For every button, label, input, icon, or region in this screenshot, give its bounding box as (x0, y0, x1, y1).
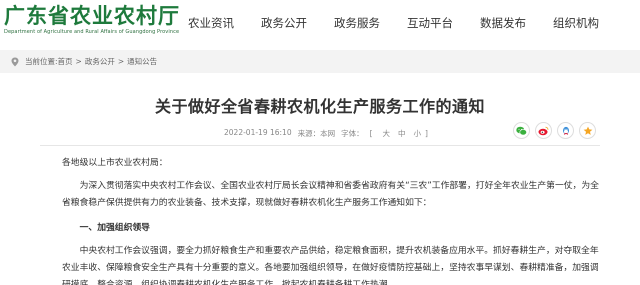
favorite-button[interactable] (579, 122, 596, 139)
page-title: 关于做好全省春耕农机化生产服务工作的通知 (154, 97, 485, 116)
font-size-medium[interactable]: 中 (398, 129, 406, 138)
font-size-bracket-open: [ (369, 129, 373, 138)
nav-item-gov-affairs-public[interactable]: 政务公开 (261, 15, 307, 31)
favorite-icon (583, 121, 593, 140)
article-source: 来源：本网 (297, 129, 336, 138)
share-qq-button[interactable] (557, 122, 574, 139)
breadcrumb-gov-affairs-public[interactable]: 政务公开 (85, 56, 115, 67)
nav-item-data-release[interactable]: 数据发布 (480, 15, 526, 31)
breadcrumb-prefix: 当前位置: (25, 57, 58, 66)
logo-chinese-text: 广东省农业农村厅 (4, 3, 180, 28)
article-body: 各地级以上市农业农村局： 为深入贯彻落实中央农村工作会议、全国农业农村厅局长会议… (62, 155, 602, 285)
font-size-large[interactable]: 大 (383, 129, 391, 138)
main-nav: 农业资讯 政务公开 政务服务 互动平台 数据发布 组织机构 (188, 15, 626, 31)
article-intro-paragraph: 为深入贯彻落实中央农村工作会议、全国农业农村厅局长会议精神和省委省政府有关“三农… (62, 181, 599, 208)
location-pin-icon (10, 57, 20, 67)
font-size-control: 字体： [ 大中小] (341, 128, 434, 139)
font-size-label: 字体： (341, 129, 364, 138)
breadcrumb-separator: > (75, 57, 82, 66)
share-wechat-button[interactable] (513, 122, 530, 139)
article-meta: 2022-01-19 16:10 来源：本网 字体： [ 大中小] (224, 128, 440, 139)
site-header: 广东省农业农村厅 Department of Agriculture and R… (0, 0, 640, 46)
site-logo[interactable]: 广东省农业农村厅 Department of Agriculture and R… (4, 4, 180, 36)
wechat-icon (516, 121, 527, 140)
nav-item-organization[interactable]: 组织机构 (553, 15, 599, 31)
section-paragraph: 中央农村工作会议强调，要全力抓好粮食生产和重要农产品供给，稳定粮食面积，提升农机… (62, 246, 599, 285)
qq-icon (561, 121, 571, 140)
share-bar (513, 122, 601, 139)
nav-item-interaction[interactable]: 互动平台 (407, 15, 453, 31)
section-heading: 一、加强组织领导 (79, 223, 150, 233)
logo-english-text: Department of Agriculture and Rural Affa… (4, 29, 180, 35)
nav-item-gov-services[interactable]: 政务服务 (334, 15, 380, 31)
weibo-icon (538, 121, 549, 140)
font-size-bracket-close: ] (425, 129, 428, 138)
article-greeting: 各地级以上市农业农村局： (62, 158, 168, 168)
nav-item-agri-news[interactable]: 农业资讯 (188, 15, 234, 31)
font-size-small[interactable]: 小 (414, 129, 422, 138)
breadcrumb: 当前位置: 首页 > 政务公开 > 通知公告 (0, 50, 640, 73)
breadcrumb-separator: > (117, 57, 125, 66)
breadcrumb-home[interactable]: 首页 (58, 56, 73, 67)
title-divider (40, 145, 600, 146)
publish-date: 2022-01-19 16:10 (224, 128, 292, 137)
share-weibo-button[interactable] (535, 122, 552, 139)
breadcrumb-notices[interactable]: 通知公告 (127, 56, 157, 67)
